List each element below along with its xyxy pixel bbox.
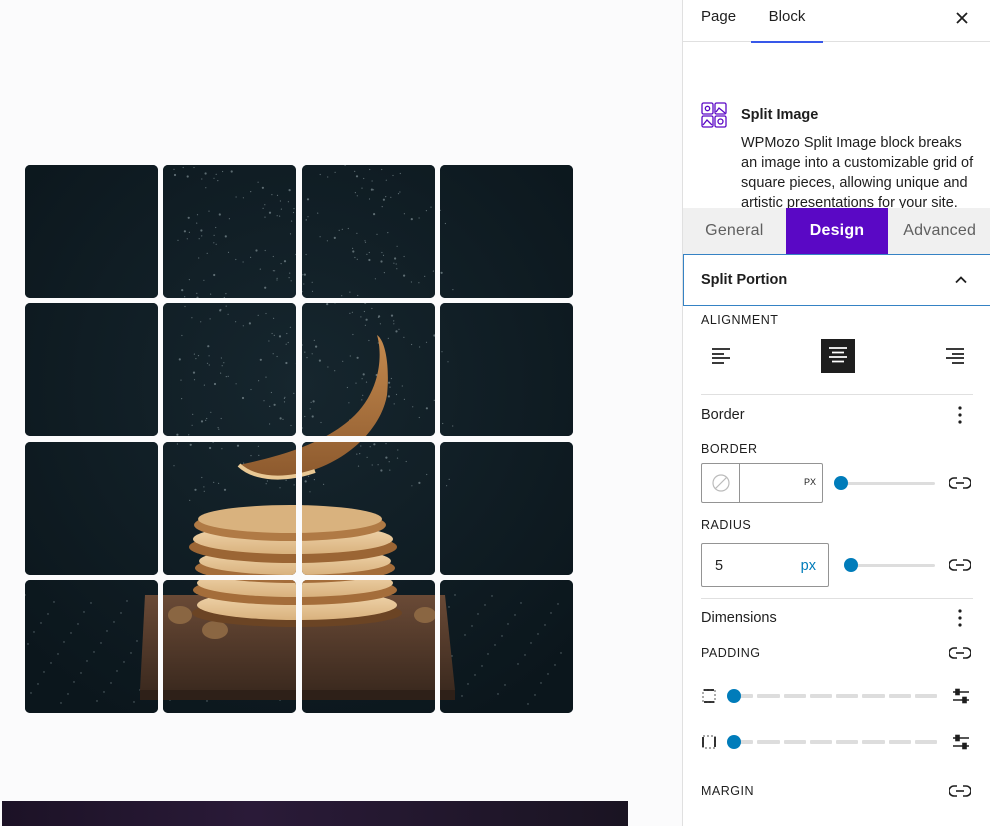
border-label: BORDER [701, 442, 757, 456]
tile-image-slice [163, 442, 296, 575]
more-vertical-icon[interactable] [952, 405, 968, 425]
block-description: WPMozo Split Image block breaks an image… [741, 133, 979, 213]
split-image-icon [701, 102, 727, 128]
border-slider-thumb[interactable] [834, 476, 848, 490]
align-center-icon [828, 346, 848, 366]
align-right-icon [945, 347, 965, 365]
divider [701, 394, 973, 395]
link-corners-icon[interactable] [949, 558, 971, 572]
padding-horizontal-thumb[interactable] [727, 735, 741, 749]
image-tile[interactable] [25, 303, 158, 436]
alignment-label: ALIGNMENT [701, 313, 778, 327]
margin-label: MARGIN [701, 784, 754, 798]
settings-sliders-icon[interactable] [952, 688, 970, 704]
tile-image-slice [25, 165, 158, 298]
link-sides-icon[interactable] [949, 476, 971, 490]
tile-image-slice [302, 303, 435, 436]
image-tile[interactable] [25, 165, 158, 298]
tile-image-slice [302, 165, 435, 298]
settings-sidebar: Page Block Split Image WPMozo Split Imag… [682, 0, 990, 826]
split-portion-panel-toggle[interactable]: Split Portion [683, 254, 990, 306]
border-unit-select[interactable]: PX [804, 477, 816, 487]
image-tile[interactable] [25, 442, 158, 575]
image-tile[interactable] [163, 303, 296, 436]
radius-input[interactable]: 5 px [701, 543, 829, 587]
image-tile[interactable] [302, 303, 435, 436]
tab-page[interactable]: Page [701, 0, 736, 42]
tab-block[interactable]: Block [751, 0, 823, 42]
padding-vertical-thumb[interactable] [727, 689, 741, 703]
padding-vertical-icon [702, 689, 716, 703]
radius-slider-thumb[interactable] [844, 558, 858, 572]
tile-image-slice [302, 580, 435, 713]
panel-tabs: General Design Advanced [683, 208, 990, 254]
tab-advanced[interactable]: Advanced [888, 208, 990, 254]
link-padding-icon[interactable] [949, 646, 971, 660]
align-left-icon [711, 347, 731, 365]
more-vertical-icon[interactable] [952, 608, 968, 628]
border-color-button[interactable] [702, 464, 740, 502]
tile-image-slice [440, 303, 573, 436]
split-image-grid[interactable] [25, 165, 573, 713]
padding-label: PADDING [701, 646, 761, 660]
align-left-button[interactable] [704, 339, 738, 373]
tab-general[interactable]: General [683, 208, 786, 254]
align-right-button[interactable] [938, 339, 972, 373]
image-tile[interactable] [163, 442, 296, 575]
settings-sliders-icon[interactable] [952, 734, 970, 750]
image-tile[interactable] [163, 165, 296, 298]
image-tile[interactable] [440, 442, 573, 575]
tile-image-slice [25, 442, 158, 575]
tile-image-slice [440, 165, 573, 298]
block-card: Split Image WPMozo Split Image block bre… [683, 42, 990, 208]
tab-design[interactable]: Design [786, 208, 889, 254]
radius-unit-select[interactable]: px [801, 558, 816, 574]
image-tile[interactable] [440, 165, 573, 298]
chevron-up-icon[interactable] [954, 273, 968, 287]
border-panel-title: Border [701, 407, 745, 423]
align-center-button[interactable] [821, 339, 855, 373]
tile-image-slice [440, 442, 573, 575]
border-width-slider[interactable] [841, 482, 935, 485]
section-title: Split Portion [701, 272, 787, 288]
padding-horizontal-icon [702, 735, 716, 749]
block-title: Split Image [741, 107, 818, 123]
tile-image-slice [25, 303, 158, 436]
padding-vertical-slider[interactable] [731, 694, 937, 698]
image-tile[interactable] [302, 165, 435, 298]
sidebar-tabs: Page Block [683, 0, 990, 42]
radius-slider[interactable] [851, 564, 935, 567]
tile-image-slice [163, 580, 296, 713]
next-block-preview[interactable] [2, 801, 628, 826]
padding-horizontal-slider[interactable] [731, 740, 937, 744]
link-margin-icon[interactable] [949, 784, 971, 798]
editor-canvas [0, 0, 682, 826]
image-tile[interactable] [163, 580, 296, 713]
tile-image-slice [163, 303, 296, 436]
tile-image-slice [440, 580, 573, 713]
tile-image-slice [302, 442, 435, 575]
image-tile[interactable] [25, 580, 158, 713]
close-icon[interactable] [950, 6, 974, 30]
border-width-control: PX [701, 463, 823, 503]
image-tile[interactable] [440, 580, 573, 713]
no-color-icon [711, 473, 731, 493]
radius-value: 5 [715, 558, 723, 574]
image-tile[interactable] [302, 580, 435, 713]
dimensions-panel-title: Dimensions [701, 610, 777, 626]
image-tile[interactable] [302, 442, 435, 575]
image-tile[interactable] [440, 303, 573, 436]
divider [701, 598, 973, 599]
radius-label: RADIUS [701, 518, 751, 532]
tile-image-slice [163, 165, 296, 298]
tile-image-slice [25, 580, 158, 713]
